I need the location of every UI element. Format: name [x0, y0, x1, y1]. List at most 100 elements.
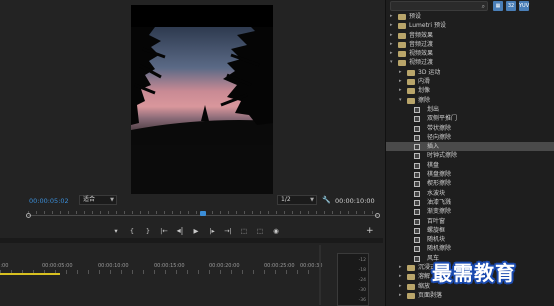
tree-effect-item[interactable]: 棋盘擦除: [386, 170, 554, 179]
tree-item-label: 水波块: [427, 189, 446, 197]
tree-item-label: 音频效果: [409, 31, 434, 39]
tree-effect-item[interactable]: 带状擦除: [386, 124, 554, 133]
ruler-label: 00:00:15:00: [154, 263, 185, 269]
step-back-button[interactable]: |←: [156, 226, 172, 236]
timeline-scrollbar[interactable]: [319, 245, 321, 305]
tree-folder[interactable]: ▸ 音频过渡: [386, 40, 554, 49]
step-forward-button[interactable]: ▶: [188, 226, 204, 236]
scrub-end-handle[interactable]: [375, 213, 380, 218]
chevron-right-icon[interactable]: ▸: [390, 49, 396, 58]
chevron-down-icon: ▼: [310, 197, 314, 203]
tree-folder[interactable]: ▸ 预设: [386, 12, 554, 21]
tree-folder[interactable]: ▸ 内滑: [386, 77, 554, 86]
tree-folder[interactable]: ▸ 划像: [386, 86, 554, 95]
32bit-effects-icon[interactable]: 32: [506, 1, 516, 11]
accelerated-effects-icon[interactable]: ▦: [493, 1, 503, 11]
folder-icon: [398, 23, 406, 30]
compare-button[interactable]: ◉: [268, 226, 284, 236]
video-preview[interactable]: [131, 5, 273, 194]
fit-dropdown[interactable]: 适合 ▼: [79, 195, 117, 205]
chevron-right-icon[interactable]: ▸: [399, 86, 405, 95]
work-area-bar[interactable]: [0, 273, 60, 275]
effects-search-input[interactable]: ⌕: [390, 1, 488, 11]
mark-out-button[interactable]: {: [124, 226, 140, 236]
scrub-start-handle[interactable]: [26, 213, 31, 218]
tree-effect-item[interactable]: 随机擦除: [386, 244, 554, 253]
tree-effect-item[interactable]: 时钟式擦除: [386, 151, 554, 160]
folder-icon: [407, 88, 415, 95]
chevron-right-icon[interactable]: ▸: [399, 272, 405, 281]
tree-item-label: 页面剥落: [418, 291, 443, 299]
chevron-right-icon[interactable]: ▸: [399, 282, 405, 291]
tree-effect-item[interactable]: 楔形擦除: [386, 179, 554, 188]
tree-effect-item[interactable]: 双侧平推门: [386, 114, 554, 123]
transition-icon: [414, 172, 420, 179]
tree-effect-item[interactable]: 径向擦除: [386, 133, 554, 142]
tree-effect-item[interactable]: 百叶窗: [386, 217, 554, 226]
current-timecode[interactable]: 00:00:05:02: [29, 197, 69, 205]
tree-effect-item[interactable]: 油漆飞溅: [386, 198, 554, 207]
transition-icon: [414, 227, 420, 234]
tree-folder[interactable]: ▸ 3D 运动: [386, 68, 554, 77]
transition-icon: [414, 153, 420, 160]
tree-effect-item[interactable]: 划出: [386, 105, 554, 114]
time-ruler[interactable]: 00:00 00:00:05:00 00:00:10:00 00:00:15:00 00…: [0, 260, 330, 274]
tree-folder[interactable]: ▾ 视频过渡: [386, 58, 554, 67]
transition-icon: [414, 190, 420, 197]
tree-folder[interactable]: ▸ 视频效果: [386, 49, 554, 58]
chevron-right-icon[interactable]: ▸: [390, 21, 396, 30]
tree-item-label: 渐变擦除: [427, 208, 452, 216]
chevron-right-icon[interactable]: ▸: [399, 68, 405, 77]
extract-button[interactable]: ⬚: [236, 226, 252, 236]
tree-folder[interactable]: ▸ 页面剥落: [386, 291, 554, 300]
video-frame-image: [131, 5, 273, 194]
tree-item-label: 楔形擦除: [427, 180, 452, 188]
transition-icon: [414, 255, 420, 262]
tree-item-label: 视频过渡: [409, 59, 434, 67]
go-to-in-button[interactable]: }: [140, 226, 156, 236]
tree-item-label: 预设: [409, 13, 422, 20]
tree-folder[interactable]: ▸ Lumetri 预设: [386, 21, 554, 30]
ruler-label: 00:00:20:00: [209, 263, 240, 269]
resolution-dropdown[interactable]: 1/2 ▼: [277, 195, 317, 205]
transition-icon: [414, 209, 420, 216]
mark-in-button[interactable]: ▾: [108, 226, 124, 236]
tree-effect-item[interactable]: 螺旋框: [386, 226, 554, 235]
chevron-right-icon[interactable]: ▸: [399, 77, 405, 86]
ruler-label: 00:00:05:00: [42, 263, 73, 269]
tree-effect-item[interactable]: 渐变擦除: [386, 207, 554, 216]
tree-folder[interactable]: ▸ 音频效果: [386, 31, 554, 40]
audio-meter: -12 -18 -24 -30 -36: [337, 253, 369, 306]
lift-button[interactable]: →|: [220, 226, 236, 236]
tree-effect-item[interactable]: 插入: [386, 142, 554, 152]
duration-timecode: 00:00:10:00: [335, 197, 375, 205]
tree-effect-item[interactable]: 随机块: [386, 235, 554, 244]
chevron-right-icon[interactable]: ▸: [390, 12, 396, 21]
go-to-out-button[interactable]: |▸: [204, 226, 220, 236]
folder-icon: [398, 60, 406, 67]
export-frame-button[interactable]: ⬚: [252, 226, 268, 236]
tree-item-label: 划像: [418, 87, 431, 95]
tree-item-label: Lumetri 预设: [409, 22, 446, 30]
yuv-effects-icon[interactable]: YUV: [519, 1, 529, 11]
folder-icon: [398, 41, 406, 48]
program-scrubber[interactable]: [26, 211, 380, 219]
chevron-down-icon[interactable]: ▾: [390, 58, 396, 67]
tree-effect-item[interactable]: 水波块: [386, 189, 554, 198]
tree-item-label: 双侧平推门: [427, 115, 458, 123]
folder-icon: [407, 265, 415, 272]
chevron-right-icon[interactable]: ▸: [390, 31, 396, 40]
transition-icon: [414, 237, 420, 244]
play-button[interactable]: ◂|: [172, 226, 188, 236]
chevron-right-icon[interactable]: ▸: [399, 291, 405, 300]
chevron-right-icon[interactable]: ▸: [390, 40, 396, 49]
tree-effect-item[interactable]: 棋盘: [386, 161, 554, 170]
chevron-right-icon[interactable]: ▸: [399, 263, 405, 272]
chevron-down-icon[interactable]: ▾: [399, 96, 405, 105]
tree-folder[interactable]: ▾ 擦除: [386, 96, 554, 105]
wrench-icon[interactable]: 🔧: [322, 196, 331, 204]
ruler-label: 00:00: [0, 263, 9, 269]
add-button[interactable]: +: [366, 226, 374, 236]
folder-icon: [407, 69, 415, 76]
playhead[interactable]: [200, 211, 206, 216]
